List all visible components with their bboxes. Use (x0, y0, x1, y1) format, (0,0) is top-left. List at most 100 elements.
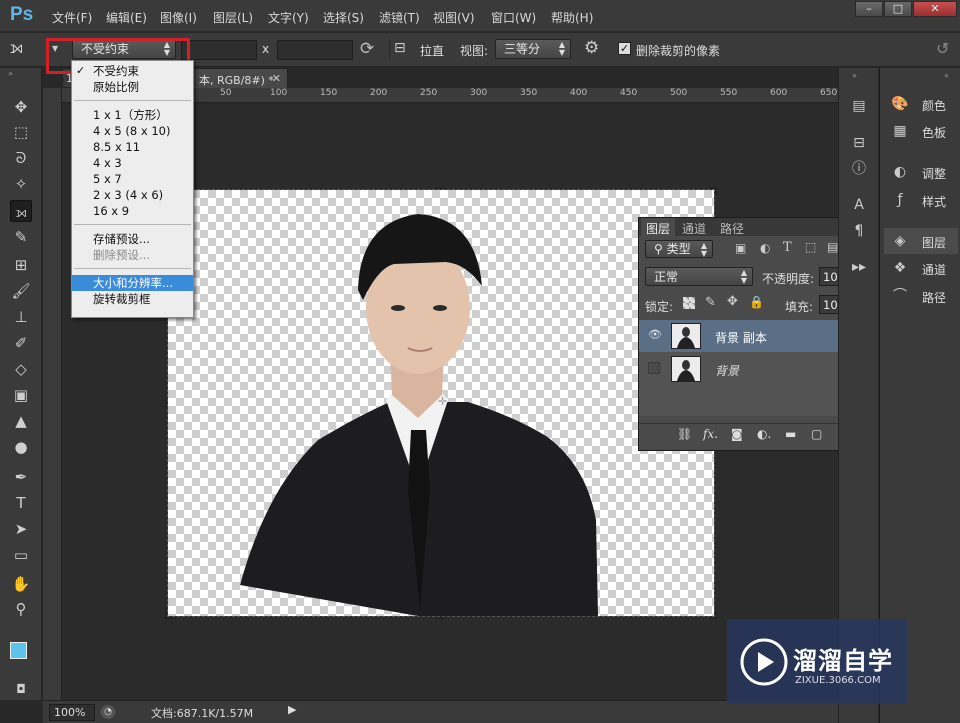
filter-smart-icon[interactable]: ▤ (827, 240, 838, 254)
type-tool-icon[interactable]: T (10, 492, 32, 514)
dropdown-item[interactable]: 1 x 1（方形） (72, 107, 193, 123)
adjustment-layer-icon[interactable]: ◐. (757, 427, 771, 441)
foreground-color-swatch[interactable] (10, 642, 27, 659)
properties-icon[interactable]: ⊟ (848, 132, 870, 154)
filter-type-icon[interactable]: T (783, 240, 792, 255)
menu-filter[interactable]: 滤镜(T) (379, 9, 420, 26)
height-input[interactable] (277, 40, 353, 60)
crop-handle-tr[interactable] (709, 187, 717, 195)
eraser-icon[interactable]: ◇ (10, 358, 32, 380)
menu-view[interactable]: 视图(V) (433, 9, 475, 26)
healing-brush-icon[interactable]: ⊞ (10, 254, 32, 276)
menu-image[interactable]: 图像(I) (160, 9, 197, 26)
dropdown-item[interactable]: 8.5 x 11 (72, 139, 193, 155)
overlay-view-select[interactable]: 三等分 ▲ ▼ (495, 39, 571, 59)
share-icon[interactable]: ◔ (101, 705, 115, 719)
layer-name[interactable]: 背景 (715, 362, 739, 379)
dock-item-channels[interactable]: ❖ 通道 (884, 255, 958, 281)
width-input[interactable] (181, 40, 257, 60)
add-mask-icon[interactable]: ◙ (731, 427, 743, 441)
dock-item-swatches[interactable]: ▦ 色板 (884, 118, 958, 144)
dock-item-styles[interactable]: ƒ 样式 (884, 187, 958, 213)
layer-name[interactable]: 背景 副本 (715, 329, 767, 346)
eyedropper-icon[interactable]: ✎ (10, 226, 32, 248)
new-layer-icon[interactable]: ▢ (811, 427, 822, 441)
crop-tool-icon[interactable]: ⟕ (10, 200, 32, 222)
lock-transparency-icon[interactable] (683, 297, 695, 309)
crop-handle-b[interactable] (437, 611, 445, 619)
canvas[interactable]: ✛ (165, 187, 717, 619)
menu-edit[interactable]: 编辑(E) (106, 9, 147, 26)
crop-handle-bl[interactable] (165, 611, 173, 619)
close-tab-icon[interactable]: ✕ (272, 72, 281, 85)
dock-item-paths[interactable]: ⌒ 路径 (884, 283, 958, 309)
new-group-icon[interactable]: ▬ (785, 427, 796, 441)
status-menu-arrow-icon[interactable]: ▶ (288, 703, 296, 716)
crop-handle-t[interactable] (437, 187, 445, 195)
menu-select[interactable]: 选择(S) (323, 9, 364, 26)
dropdown-item[interactable]: 原始比例 (72, 79, 193, 95)
lock-all-icon[interactable]: 🔒 (749, 295, 764, 309)
dropdown-item[interactable]: 2 x 3 (4 x 6) (72, 187, 193, 203)
link-layers-icon[interactable]: ⛓ (677, 427, 692, 441)
info-icon[interactable]: ⓘ (848, 158, 870, 180)
tab-paths[interactable]: 路径 (715, 220, 749, 237)
shape-tool-icon[interactable]: ▭ (10, 544, 32, 566)
layer-row[interactable]: 👁 背景 副本 (639, 320, 864, 352)
collapse-icon[interactable]: » (8, 69, 13, 78)
tab-channels[interactable]: 通道 (677, 220, 711, 237)
dropdown-item[interactable]: 存储预设... (72, 231, 193, 247)
menu-layer[interactable]: 图层(L) (213, 9, 253, 26)
dropdown-item[interactable]: 大小和分辨率... (72, 275, 193, 291)
clone-stamp-icon[interactable]: ⊥ (10, 306, 32, 328)
straighten-label[interactable]: 拉直 (420, 42, 444, 59)
magic-wand-icon[interactable]: ✧ (10, 173, 32, 195)
collapse-icon[interactable]: » (852, 71, 857, 80)
marquee-tool-icon[interactable]: ⬚ (10, 121, 32, 143)
filter-shape-icon[interactable]: ⬚ (805, 240, 816, 254)
lock-paint-icon[interactable]: ✎ (705, 295, 716, 310)
dock-item-color[interactable]: 🎨 颜色 (884, 91, 958, 117)
pen-tool-icon[interactable]: ✒ (10, 466, 32, 488)
document-tab[interactable]: 本, RGB/8#) * ✕ (192, 68, 288, 88)
gear-icon[interactable]: ⚙ (584, 38, 599, 58)
straighten-icon[interactable]: ⊟ (394, 40, 406, 56)
dropdown-item[interactable]: 5 x 7 (72, 171, 193, 187)
lasso-tool-icon[interactable]: ᘐ (10, 147, 32, 169)
filter-adjust-icon[interactable]: ◐ (760, 241, 770, 255)
blend-mode-select[interactable]: 正常 ▲ ▼ (645, 267, 753, 286)
fx-icon[interactable]: fx. (703, 427, 718, 441)
tab-layers[interactable]: 图层 (641, 218, 676, 236)
layer-row[interactable]: 背景 🔒 (639, 353, 864, 385)
crop-tool-icon[interactable]: ⟕ (10, 38, 23, 58)
reset-icon[interactable]: ↺ (936, 39, 949, 58)
menu-file[interactable]: 文件(F) (52, 9, 92, 26)
layer-filter-select[interactable]: ⚲ 类型 ▲ ▼ (645, 240, 713, 258)
swap-icon[interactable]: ⟳ (360, 39, 374, 59)
minimize-button[interactable]: – (855, 1, 883, 17)
close-button[interactable]: ✕ (913, 1, 957, 17)
path-select-icon[interactable]: ➤ (10, 518, 32, 540)
zoom-tool-icon[interactable]: ⚲ (10, 598, 32, 620)
paragraph-icon[interactable]: ¶ (848, 220, 870, 242)
menu-window[interactable]: 窗口(W) (491, 9, 536, 26)
gradient-tool-icon[interactable]: ▣ (10, 384, 32, 406)
maximize-button[interactable]: □ (884, 1, 912, 17)
dropdown-item[interactable]: 4 x 5 (8 x 10) (72, 123, 193, 139)
history-brush-icon[interactable]: ✐ (10, 332, 32, 354)
dropdown-item[interactable]: 旋转裁剪框 (72, 291, 193, 307)
history-icon[interactable]: ▤ (848, 95, 870, 117)
character-icon[interactable]: A (848, 194, 870, 216)
dropdown-item[interactable]: 16 x 9 (72, 203, 193, 219)
filter-pixel-icon[interactable]: ▣ (735, 241, 746, 255)
crop-handle-l[interactable] (165, 399, 173, 407)
quick-mask-icon[interactable]: ◘ (10, 678, 32, 700)
dodge-tool-icon[interactable]: ● (10, 436, 32, 458)
dropdown-item[interactable]: ✓ 不受约束 (72, 63, 193, 79)
dock-item-adjustments[interactable]: ◐ 调整 (884, 159, 958, 185)
move-tool-icon[interactable]: ✥ (10, 96, 32, 118)
lock-position-icon[interactable]: ✥ (727, 294, 738, 309)
visibility-toggle[interactable] (648, 362, 660, 374)
menu-help[interactable]: 帮助(H) (551, 9, 593, 26)
dropdown-item[interactable]: 4 x 3 (72, 155, 193, 171)
